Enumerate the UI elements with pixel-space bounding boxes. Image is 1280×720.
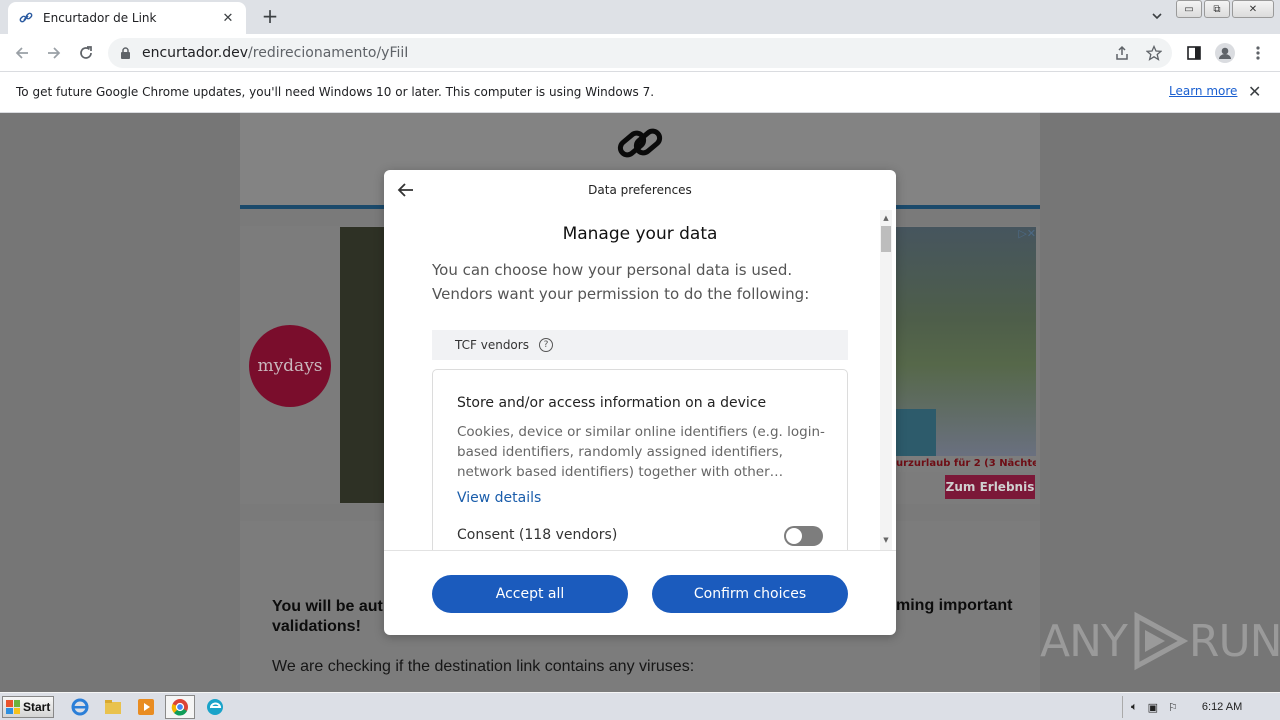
watermark-right: RUN (1188, 615, 1280, 667)
start-button[interactable]: Start (2, 696, 54, 718)
play-triangle-icon (1134, 611, 1189, 671)
redirect-message-right: ming important (896, 597, 1013, 614)
url-path: /redirecionamento/yFiiI (248, 45, 409, 61)
consent-label: Consent (118 vendors) (457, 527, 618, 543)
ad-caption: urzurlaub für 2 (3 Nächte) (896, 456, 1036, 472)
system-tray: 🔈︎ ▣ ⚐ 6:12 AM (1122, 696, 1278, 718)
tab-title: Encurtador de Link (43, 11, 157, 25)
network-icon[interactable]: ▣ (1148, 701, 1158, 714)
side-panel-icon[interactable] (1183, 42, 1205, 64)
watermark-left: ANY (1040, 615, 1128, 667)
tab-search-chevron-icon[interactable] (1150, 8, 1170, 26)
accept-all-button[interactable]: Accept all (432, 575, 628, 613)
back-arrow-icon[interactable] (11, 42, 33, 64)
redirect-message-line2: validations! (272, 618, 361, 635)
consent-dialog: Data preferences Manage your data You ca… (384, 170, 896, 635)
dialog-intro: You can choose how your personal data is… (432, 261, 810, 303)
tcf-vendors-section: TCF vendors ? (432, 330, 848, 360)
lock-icon[interactable] (120, 46, 134, 60)
learn-more-link[interactable]: Learn more (1169, 84, 1237, 98)
purpose-description: Cookies, device or similar online identi… (457, 424, 825, 480)
address-bar[interactable]: encurtador.dev/redirecionamento/yFiiI (108, 38, 1172, 68)
window-minimize-button[interactable]: ▭ (1176, 0, 1202, 18)
reload-icon[interactable] (75, 42, 97, 64)
view-details-link[interactable]: View details (457, 490, 541, 506)
internet-explorer-icon[interactable] (70, 697, 90, 717)
infobar-message: To get future Google Chrome updates, you… (16, 85, 655, 99)
kebab-menu-icon[interactable] (1247, 42, 1269, 64)
browser-tab[interactable]: Encurtador de Link ✕ (8, 2, 246, 34)
scroll-up-arrow-icon[interactable]: ▲ (880, 214, 892, 224)
dialog-heading: Manage your data (562, 224, 718, 244)
chrome-taskbar-icon[interactable] (165, 695, 195, 719)
windows-logo-icon (6, 700, 20, 714)
file-explorer-icon[interactable] (103, 697, 123, 717)
profile-avatar-icon[interactable] (1214, 42, 1236, 64)
url-host: encurtador.dev (142, 45, 249, 61)
redirect-message-left: You will be aut validations! (272, 597, 392, 637)
dialog-scroll-area[interactable]: Manage your data You can choose how your… (384, 210, 896, 550)
toggle-knob (786, 528, 802, 544)
volume-icon[interactable]: 🔈︎ (1131, 700, 1138, 714)
new-tab-button[interactable]: + (258, 5, 282, 29)
redirect-message-line1: You will be aut (272, 598, 383, 615)
adchoices-icon[interactable]: ▷✕ (1006, 227, 1036, 241)
clock[interactable]: 6:12 AM (1202, 701, 1242, 713)
consent-toggle[interactable] (784, 526, 823, 546)
ad-image-pool (896, 409, 936, 457)
media-player-icon[interactable] (136, 697, 156, 717)
anyrun-watermark: ANY RUN (1040, 608, 1280, 674)
browser-toolbar: encurtador.dev/redirecionamento/yFiiI (0, 34, 1280, 72)
purpose-title: Store and/or access information on a dev… (457, 395, 767, 411)
help-question-icon[interactable]: ? (538, 338, 553, 352)
share-icon[interactable] (1111, 42, 1133, 64)
dialog-title: Data preferences (588, 183, 692, 197)
infobar-close-icon[interactable]: ✕ (1248, 82, 1261, 101)
start-label: Start (23, 700, 51, 714)
link-favicon-icon (18, 10, 34, 26)
edge-icon[interactable] (205, 697, 225, 717)
update-infobar: To get future Google Chrome updates, you… (0, 72, 1280, 113)
dialog-footer: Accept all Confirm choices (384, 550, 896, 635)
window-close-button[interactable]: ✕ (1232, 0, 1274, 18)
forward-arrow-icon[interactable] (43, 42, 65, 64)
scrollbar-thumb[interactable] (881, 226, 891, 252)
purpose-card: Store and/or access information on a dev… (432, 369, 848, 550)
action-center-flag-icon[interactable]: ⚐ (1168, 701, 1178, 714)
window-restore-button[interactable]: ⧉ (1204, 0, 1230, 18)
virus-check-text: We are checking if the destination link … (272, 658, 695, 675)
dialog-scrollbar[interactable] (880, 210, 892, 550)
windows-taskbar: Start 🔈︎ ▣ ⚐ 6:12 AM (0, 692, 1280, 720)
scroll-down-arrow-icon[interactable]: ▼ (880, 536, 892, 546)
ad-brand-logo[interactable]: mydays (249, 325, 331, 407)
tab-close-icon[interactable]: ✕ (220, 11, 236, 26)
tcf-vendors-label: TCF vendors (455, 338, 529, 352)
bookmark-star-icon[interactable] (1143, 42, 1165, 64)
ad-cta-button[interactable]: Zum Erlebnis (945, 475, 1035, 499)
chain-link-logo-icon (617, 128, 663, 158)
confirm-choices-button[interactable]: Confirm choices (652, 575, 848, 613)
tab-strip: Encurtador de Link ✕ + ▭ ⧉ ✕ (0, 0, 1280, 34)
